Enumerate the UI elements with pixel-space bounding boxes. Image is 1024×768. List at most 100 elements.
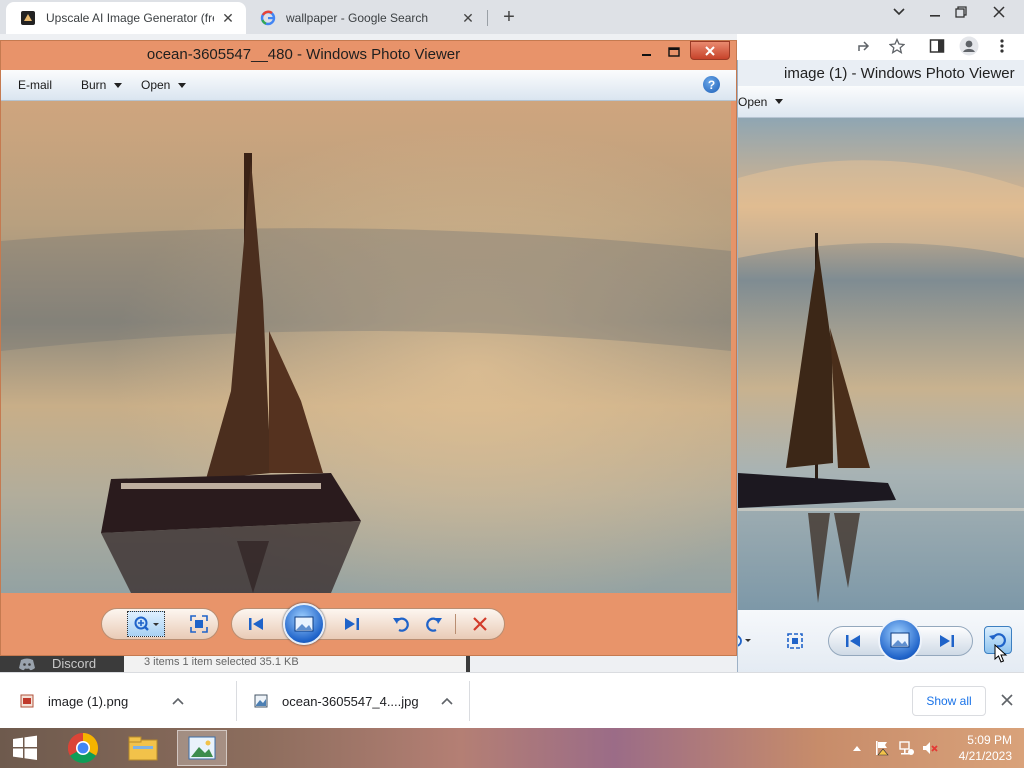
zoom-icon — [134, 616, 159, 631]
network-icon — [899, 741, 914, 755]
side-panel-icon[interactable] — [929, 38, 945, 57]
photo-viewer-icon — [188, 736, 216, 760]
viewer-controls — [738, 610, 1024, 672]
sailboat-photo-zoomed — [1, 101, 731, 593]
taskbar-clock[interactable]: 5:09 PM 4/21/2023 — [942, 732, 1012, 764]
explorer-window-fragment: Discord 3 items 1 item selected 35.1 KB — [0, 656, 470, 672]
show-all-button[interactable]: Show all — [912, 686, 986, 716]
tab-google-search[interactable]: wallpaper - Google Search ✕ — [246, 2, 486, 34]
command-bar: E-mail Burn Open ? — [1, 70, 736, 101]
rotate-cw-button[interactable] — [421, 611, 447, 637]
downloads-close-button[interactable] — [998, 691, 1016, 709]
plus-icon: + — [503, 5, 515, 28]
photo-canvas — [738, 118, 1024, 610]
taskbar-photo-viewer[interactable] — [177, 730, 227, 766]
actual-size-button[interactable] — [186, 611, 212, 637]
start-button[interactable] — [0, 730, 50, 766]
clock-date: 4/21/2023 — [958, 749, 1012, 763]
volume-muted-icon — [923, 742, 938, 754]
help-icon: ? — [707, 77, 716, 92]
slideshow-button[interactable] — [878, 618, 922, 662]
tab-separator — [487, 10, 488, 26]
chevron-up-icon[interactable] — [441, 694, 453, 708]
open-menu[interactable]: Open — [738, 94, 784, 109]
caret-up-icon — [853, 746, 861, 751]
rotate-ccw-icon — [393, 617, 409, 632]
volume-tray[interactable] — [920, 728, 940, 768]
new-tab-button[interactable]: + — [498, 6, 520, 28]
window-title: ocean-3605547__480 - Windows Photo Viewe… — [146, 46, 461, 63]
delete-icon — [473, 617, 487, 631]
rotate-ccw-button[interactable] — [388, 611, 414, 637]
previous-button[interactable] — [243, 611, 269, 637]
share-icon[interactable] — [857, 39, 873, 56]
chrome-icon — [67, 733, 99, 764]
network-tray[interactable] — [896, 728, 916, 768]
bookmark-star-icon[interactable] — [888, 37, 906, 57]
download-item-ocean[interactable]: ocean-3605547_4....jpg — [254, 673, 453, 729]
open-menu[interactable]: Open — [141, 78, 187, 92]
more-menu-icon[interactable] — [999, 38, 1005, 57]
rotate-cw-icon — [426, 617, 442, 632]
email-button[interactable]: E-mail — [18, 78, 52, 92]
jpg-file-icon — [254, 694, 268, 708]
next-icon — [345, 618, 359, 630]
tab-close-icon[interactable]: ✕ — [220, 10, 236, 26]
help-button[interactable]: ? — [703, 76, 720, 93]
close-icon — [993, 6, 1005, 18]
browser-toolbar-right — [737, 34, 1024, 60]
taskbar-file-explorer[interactable] — [118, 730, 168, 766]
zoom-button[interactable] — [127, 611, 165, 637]
close-icon — [705, 45, 715, 56]
next-icon[interactable] — [938, 633, 956, 652]
taskbar-chrome[interactable] — [58, 730, 108, 766]
downloads-bar: image (1).png ocean-3605547_4....jpg Sho… — [0, 672, 1024, 728]
tab-title: wallpaper - Google Search — [286, 11, 429, 25]
tab-title: Upscale AI Image Generator (free — [46, 11, 214, 25]
google-favicon-icon — [260, 10, 276, 26]
caret-down-icon — [178, 82, 187, 88]
actual-size-icon[interactable] — [786, 632, 804, 653]
action-center-tray[interactable] — [872, 728, 892, 768]
minimize-icon — [642, 54, 651, 56]
photo-viewer-window-image1: image (1) - Windows Photo Viewer Open — [737, 60, 1024, 672]
slideshow-icon — [294, 616, 314, 632]
start-icon — [13, 735, 37, 760]
mouse-cursor-icon — [994, 643, 1008, 667]
actual-size-icon — [190, 615, 208, 633]
discord-icon — [19, 658, 35, 670]
browser-tab-strip: Upscale AI Image Generator (free ✕ wallp… — [0, 0, 1024, 34]
discord-label: Discord — [52, 656, 97, 671]
restore-button[interactable] — [946, 0, 976, 24]
next-button[interactable] — [339, 611, 365, 637]
burn-menu[interactable]: Burn — [81, 78, 123, 92]
explorer-status-bar: 3 items 1 item selected 35.1 KB — [124, 656, 466, 672]
burn-label: Burn — [81, 78, 107, 92]
tab-upscale-ai[interactable]: Upscale AI Image Generator (free ✕ — [6, 2, 246, 34]
show-hidden-icons-button[interactable] — [850, 728, 864, 768]
open-label: Open — [141, 78, 171, 92]
window-close-button[interactable] — [984, 0, 1014, 24]
command-bar: Open — [738, 86, 1024, 118]
open-menu-label: Open — [738, 94, 768, 109]
png-file-icon — [20, 694, 34, 708]
zoom-icon[interactable] — [738, 634, 756, 651]
viewer-close-button[interactable] — [690, 41, 730, 60]
discord-folder-item[interactable]: Discord — [18, 656, 96, 671]
email-label: E-mail — [18, 78, 53, 92]
viewer-minimize-button[interactable] — [637, 42, 657, 62]
download-separator — [469, 681, 470, 721]
delete-button[interactable] — [467, 611, 493, 637]
previous-icon[interactable] — [844, 633, 862, 652]
viewer-maximize-button[interactable] — [663, 42, 685, 62]
download-item-image1[interactable]: image (1).png — [20, 673, 184, 729]
controls-divider — [455, 614, 456, 634]
tab-search-button[interactable] — [884, 0, 914, 24]
sailboat-photo — [738, 118, 1024, 610]
download-filename: ocean-3605547_4....jpg — [282, 693, 419, 709]
upscale-favicon-icon — [20, 10, 36, 26]
profile-avatar-icon[interactable] — [959, 36, 979, 59]
slideshow-button[interactable] — [283, 603, 325, 645]
tab-close-icon[interactable]: ✕ — [460, 10, 476, 26]
chevron-up-icon[interactable] — [172, 694, 184, 708]
